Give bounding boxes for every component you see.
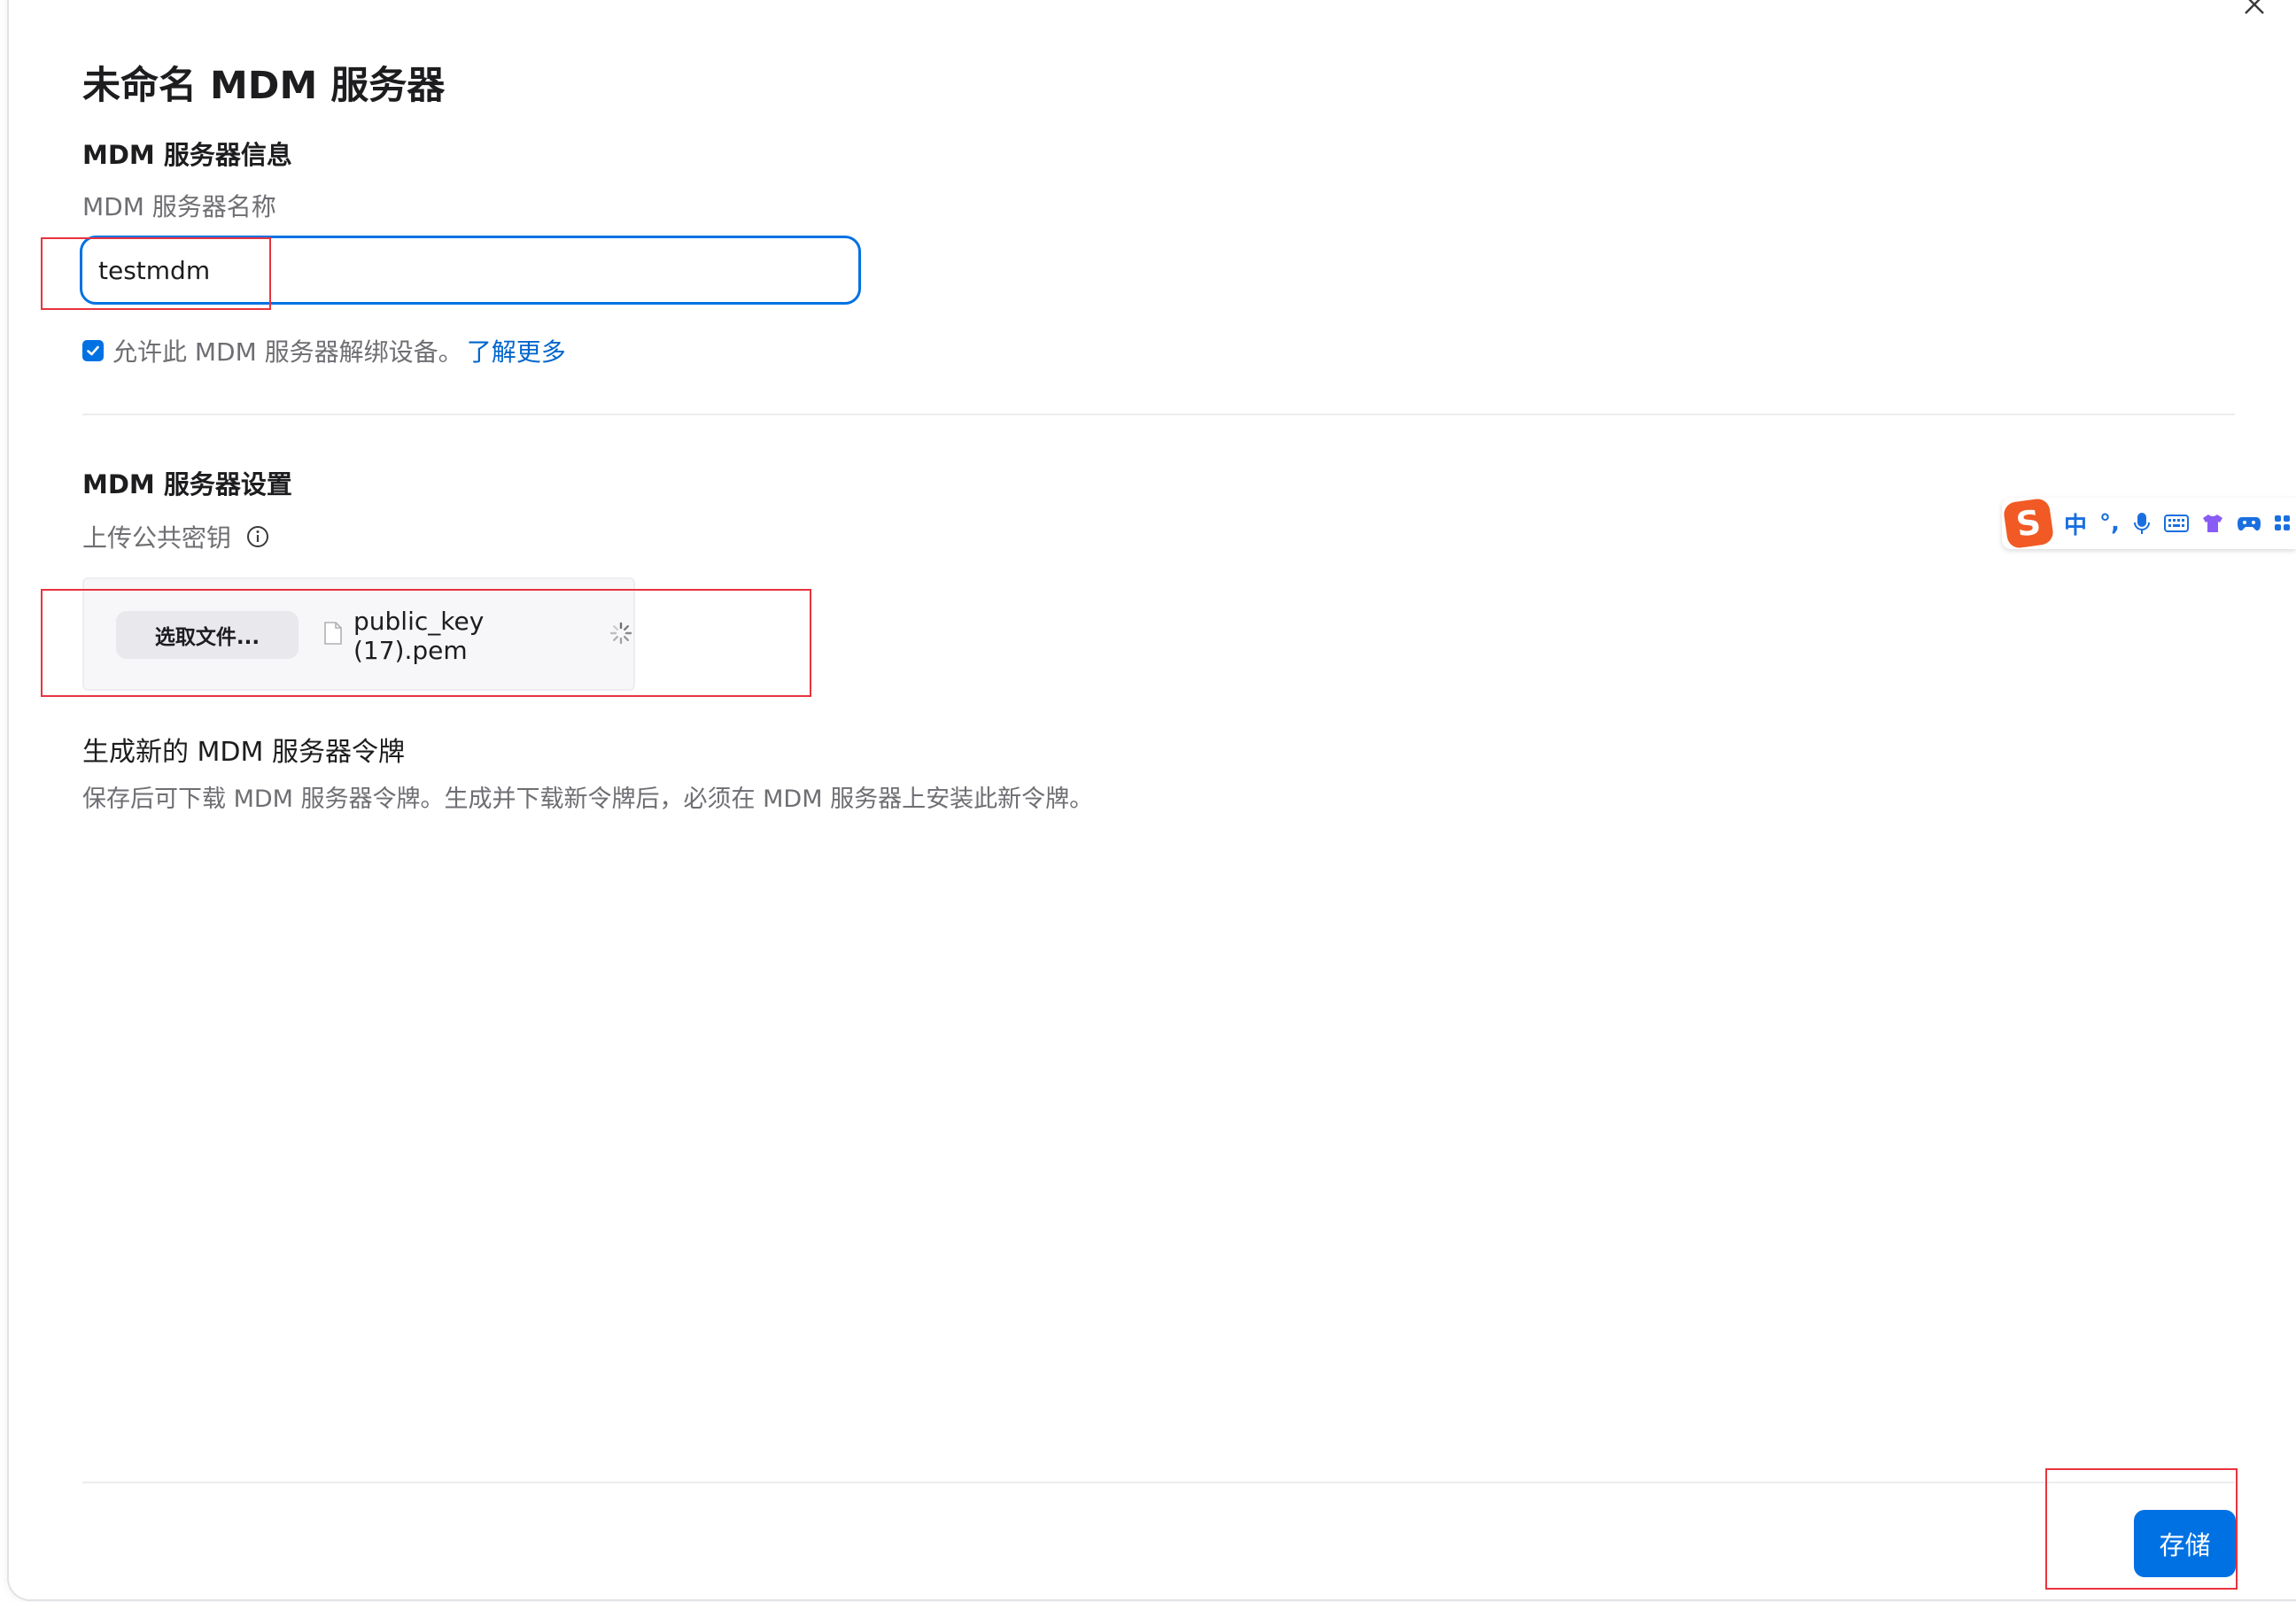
file-name: public_key (17).pem: [353, 607, 485, 665]
checkmark-icon: [87, 345, 99, 356]
upload-key-label: 上传公共密钥: [82, 519, 269, 554]
token-description: 保存后可下载 MDM 服务器令牌。生成并下载新令牌后，必须在 MDM 服务器上安…: [82, 786, 1094, 813]
info-icon[interactable]: [246, 525, 269, 554]
allow-release-row: 允许此 MDM 服务器解绑设备。 了解更多: [82, 335, 566, 367]
choose-file-button[interactable]: 选取文件...: [116, 611, 299, 659]
grid-icon[interactable]: [2274, 514, 2292, 533]
ime-mode-toggle[interactable]: 中: [2064, 507, 2087, 540]
selected-file: public_key (17).pem: [323, 607, 633, 665]
section-divider: [82, 414, 2235, 415]
ime-punctuation-toggle[interactable]: °,: [2099, 510, 2120, 537]
save-button[interactable]: 存储: [2134, 1510, 2236, 1577]
allow-release-text: 允许此 MDM 服务器解绑设备。: [112, 337, 463, 367]
file-upload-area: 选取文件... public_key (17).pem: [82, 577, 635, 691]
server-name-input[interactable]: [80, 236, 861, 305]
server-settings-heading: MDM 服务器设置: [82, 469, 292, 499]
footer-divider: [82, 1482, 2235, 1483]
ime-logo[interactable]: S: [2002, 497, 2055, 550]
loading-spinner-icon: [609, 621, 633, 652]
mic-icon[interactable]: [2132, 511, 2152, 536]
server-info-heading: MDM 服务器信息: [82, 140, 292, 170]
upload-key-label-text: 上传公共密钥: [82, 523, 232, 553]
keyboard-icon[interactable]: [2163, 514, 2189, 533]
document-icon: [323, 621, 343, 652]
close-icon[interactable]: [2241, 0, 2268, 18]
ime-toolbar: S 中 °,: [2002, 497, 2296, 550]
server-name-label: MDM 服务器名称: [82, 192, 276, 221]
token-title: 生成新的 MDM 服务器令牌: [82, 737, 405, 768]
gamepad-icon[interactable]: [2237, 514, 2261, 533]
shirt-icon[interactable]: [2201, 513, 2224, 534]
learn-more-link[interactable]: 了解更多: [467, 333, 566, 368]
page: 未命名 MDM 服务器 MDM 服务器信息 MDM 服务器名称 允许此 MDM …: [0, 0, 2296, 1602]
allow-release-checkbox[interactable]: [82, 340, 104, 361]
page-title: 未命名 MDM 服务器: [82, 64, 446, 108]
